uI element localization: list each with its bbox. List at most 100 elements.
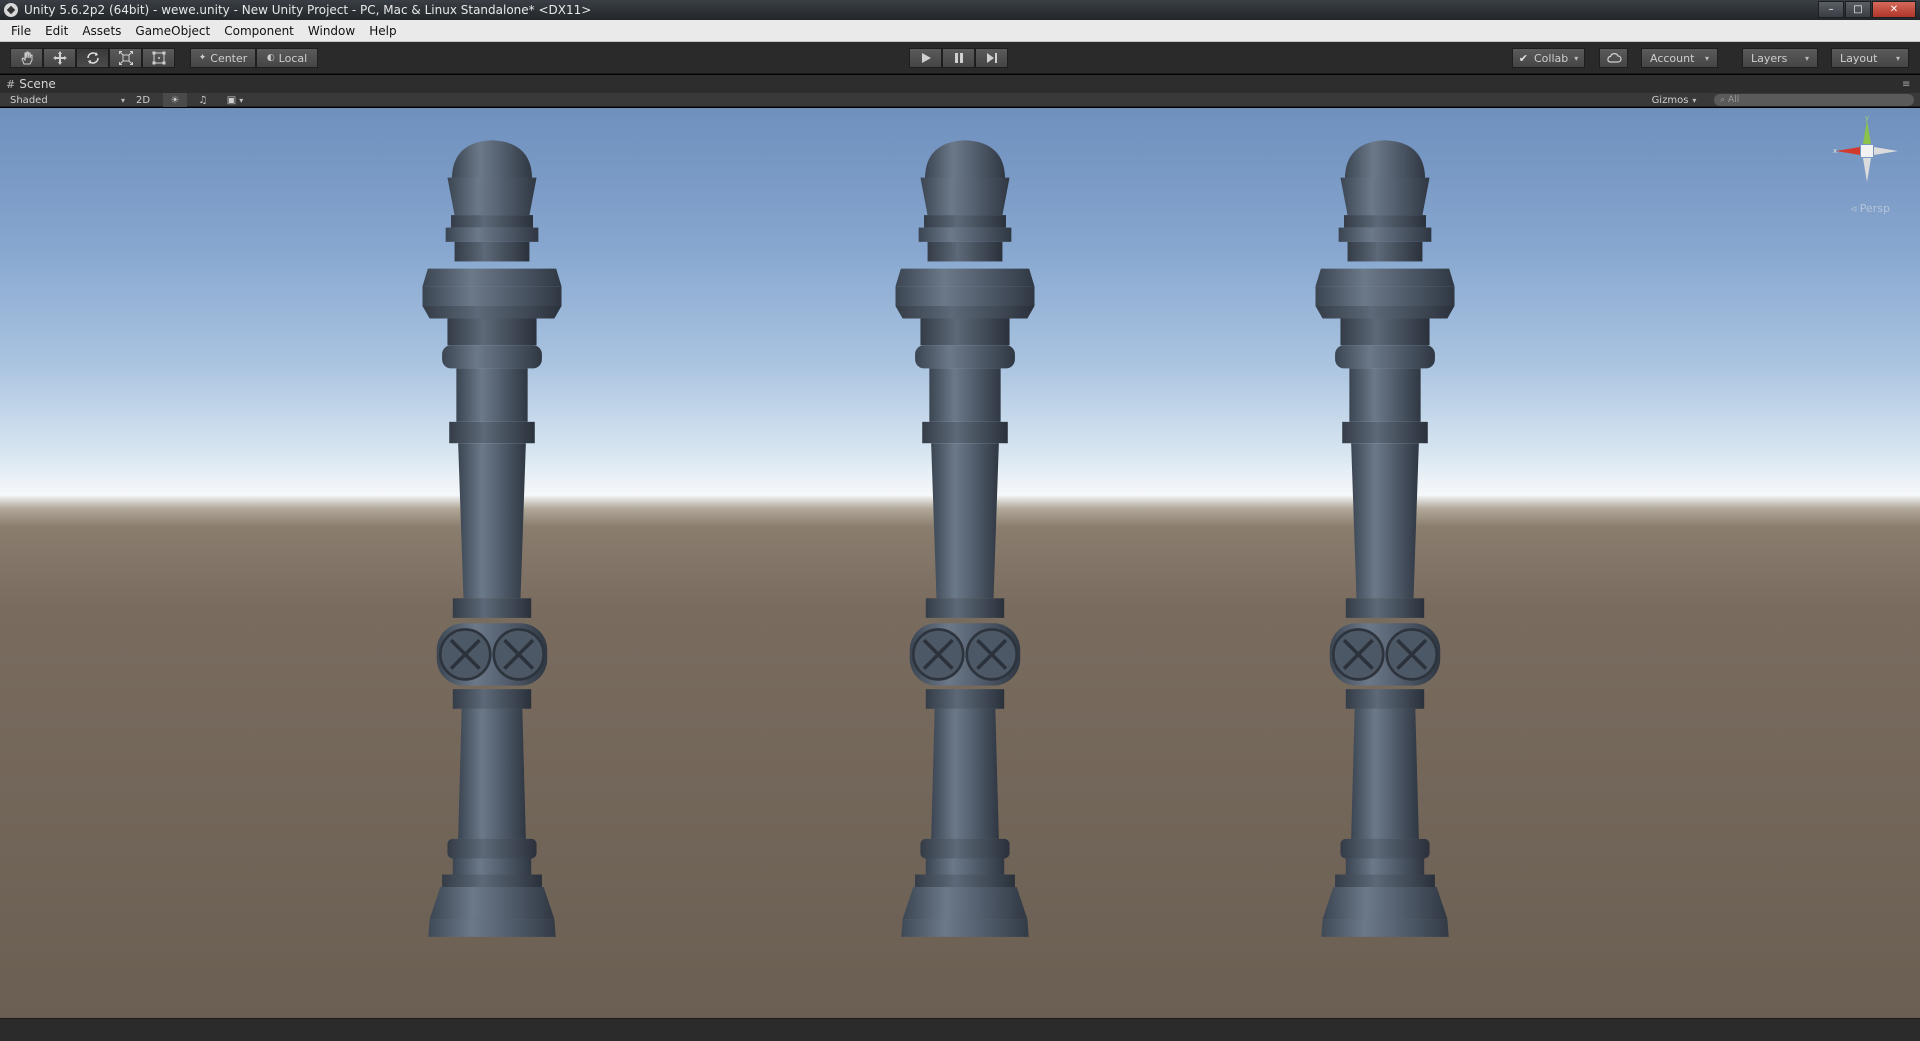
draw-mode-label: Shaded <box>10 94 48 106</box>
pivot-center-label: Center <box>210 51 248 65</box>
chevron-down-icon: ▾ <box>120 95 125 105</box>
unity-logo-icon <box>4 3 18 17</box>
gizmo-neg-y-axis[interactable] <box>1863 158 1871 182</box>
projection-text: Persp <box>1859 202 1890 215</box>
menu-edit[interactable]: Edit <box>38 22 75 40</box>
chevron-down-icon: ▾ <box>1692 95 1697 105</box>
layers-label: Layers <box>1751 51 1788 65</box>
status-bar <box>0 1018 1920 1041</box>
close-button[interactable]: ✕ <box>1872 1 1916 18</box>
transform-tools <box>10 48 175 68</box>
gizmo-y-label: y <box>1865 116 1869 122</box>
rotate-tool-button[interactable] <box>76 48 109 68</box>
scene-tab-bar: # Scene ≡ <box>0 75 1920 93</box>
gizmo-center-cube[interactable] <box>1861 145 1873 157</box>
chevron-down-icon: ▾ <box>1895 53 1900 63</box>
draw-mode-dropdown[interactable]: Shaded ▾ <box>10 93 125 107</box>
scene-effects-dropdown[interactable]: ▣ ▾ <box>218 93 252 107</box>
menu-gameobject[interactable]: GameObject <box>128 22 217 40</box>
menu-file[interactable]: File <box>4 22 38 40</box>
maximize-button[interactable]: □ <box>1845 1 1871 18</box>
menu-bar: File Edit Assets GameObject Component Wi… <box>0 20 1920 42</box>
search-icon: ⌕ <box>1720 95 1726 105</box>
move-tool-button[interactable] <box>43 48 76 68</box>
gizmos-dropdown[interactable]: Gizmos ▾ <box>1648 93 1700 107</box>
stone-pillar-left[interactable] <box>392 126 592 1018</box>
menu-window[interactable]: Window <box>301 22 362 40</box>
projection-label[interactable]: ◃ Persp <box>1851 202 1890 215</box>
scale-tool-button[interactable] <box>109 48 142 68</box>
image-icon: ▣ <box>226 94 237 106</box>
collab-label: Collab <box>1533 51 1569 65</box>
scene-audio-toggle[interactable]: ♫ <box>192 93 214 107</box>
menu-component[interactable]: Component <box>217 22 301 40</box>
gizmos-label: Gizmos <box>1651 94 1689 106</box>
main-toolbar: ✦ Center ◐ Local ✔ Collab ▾ Account ▾ La… <box>0 42 1920 74</box>
playback-controls <box>909 48 1008 68</box>
local-space-icon: ◐ <box>266 53 275 63</box>
sun-icon: ☀ <box>170 94 180 106</box>
rotate-icon <box>86 52 99 64</box>
persp-icon: ◃ <box>1850 202 1857 215</box>
collab-dropdown[interactable]: ✔ Collab ▾ <box>1512 48 1585 68</box>
scene-grid-icon: # <box>6 77 16 91</box>
window-controls: – □ ✕ <box>1818 1 1916 18</box>
pause-button[interactable] <box>942 48 975 68</box>
chevron-down-icon: ▾ <box>239 95 244 105</box>
gizmo-x-label: x <box>1833 147 1837 155</box>
gizmo-y-axis[interactable] <box>1863 120 1871 144</box>
checkmark-icon: ✔ <box>1518 51 1528 65</box>
move-icon <box>52 51 67 65</box>
scene-orientation-gizmo[interactable]: y x <box>1832 116 1902 186</box>
rect-icon <box>152 51 165 65</box>
scene-viewport[interactable]: y x ◃ Persp <box>0 108 1920 1018</box>
scene-toolbar: Shaded ▾ 2D ☀ ♫ ▣ ▾ Gizmos ▾ ⌕ All <box>0 93 1920 107</box>
step-button[interactable] <box>975 48 1008 68</box>
tab-menu-icon[interactable]: ≡ <box>1902 79 1914 90</box>
pivot-rotation-toggle[interactable]: ◐ Local <box>256 48 318 68</box>
pivot-center-icon: ✦ <box>198 53 207 63</box>
pivot-toggles: ✦ Center ◐ Local <box>190 48 318 68</box>
pause-icon <box>954 53 963 63</box>
scene-search-placeholder: All <box>1728 95 1740 105</box>
cloud-group <box>1599 48 1628 68</box>
play-icon <box>921 53 931 63</box>
scene-lighting-toggle[interactable]: ☀ <box>163 93 187 107</box>
scene-tab-label: Scene <box>19 77 56 91</box>
step-icon <box>986 53 997 63</box>
stone-pillar-center[interactable] <box>890 126 1040 1018</box>
layout-label: Layout <box>1840 51 1878 65</box>
speaker-icon: ♫ <box>198 94 208 106</box>
pivot-rotation-label: Local <box>278 51 308 65</box>
tab-scene[interactable]: # Scene <box>6 75 56 93</box>
cloud-services-button[interactable] <box>1599 48 1628 68</box>
layers-dropdown[interactable]: Layers ▾ <box>1742 48 1818 68</box>
menu-assets[interactable]: Assets <box>75 22 128 40</box>
layout-group: Layout ▾ <box>1831 48 1909 68</box>
minimize-button[interactable]: – <box>1818 1 1844 18</box>
collab-group: ✔ Collab ▾ <box>1512 48 1585 68</box>
rect-tool-button[interactable] <box>142 48 175 68</box>
gizmo-neg-x-axis[interactable] <box>1874 147 1898 155</box>
toggle-2d-label: 2D <box>135 94 151 106</box>
chevron-down-icon: ▾ <box>1804 53 1809 63</box>
layers-group: Layers ▾ <box>1742 48 1818 68</box>
window-title: Unity 5.6.2p2 (64bit) - wewe.unity - New… <box>24 3 592 17</box>
toggle-2d-button[interactable]: 2D <box>132 93 154 107</box>
layout-dropdown[interactable]: Layout ▾ <box>1831 48 1909 68</box>
scale-icon <box>118 51 133 65</box>
cloud-icon <box>1606 53 1622 63</box>
scene-search-field[interactable]: ⌕ All <box>1714 94 1914 106</box>
account-label: Account <box>1650 51 1695 65</box>
account-group: Account ▾ <box>1641 48 1718 68</box>
chevron-down-icon: ▾ <box>1574 53 1579 63</box>
hand-icon <box>20 51 32 65</box>
menu-help[interactable]: Help <box>362 22 403 40</box>
play-button[interactable] <box>909 48 942 68</box>
account-dropdown[interactable]: Account ▾ <box>1641 48 1718 68</box>
gizmo-x-axis[interactable] <box>1836 147 1860 155</box>
chevron-down-icon: ▾ <box>1704 53 1709 63</box>
stone-pillar-right[interactable] <box>1300 126 1470 1018</box>
pivot-center-toggle[interactable]: ✦ Center <box>190 48 256 68</box>
hand-tool-button[interactable] <box>10 48 43 68</box>
